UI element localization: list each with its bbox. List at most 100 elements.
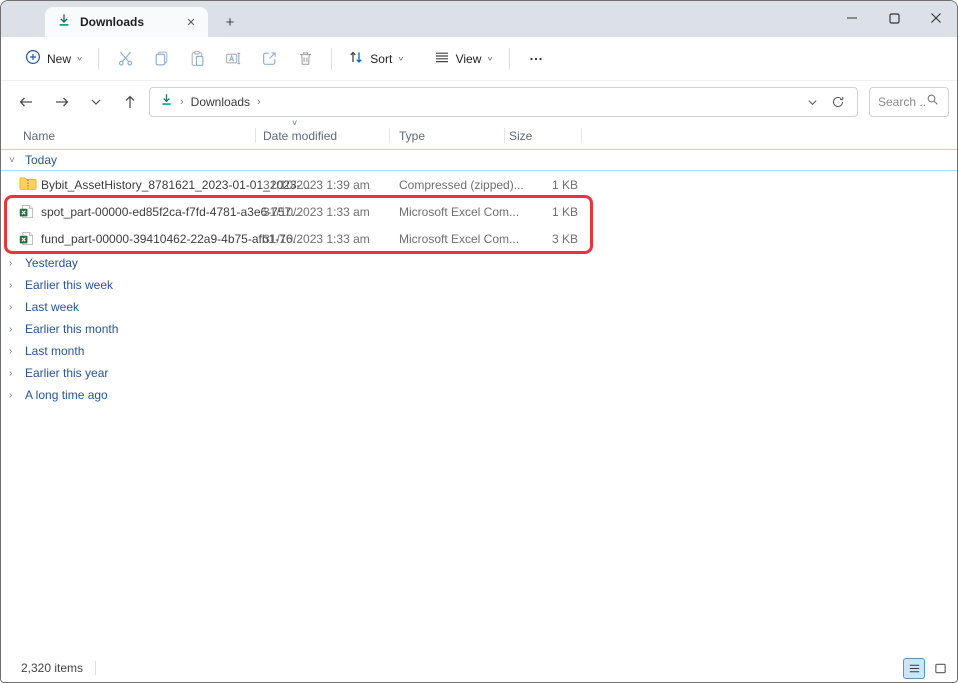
chevron-down-icon[interactable]: ˅ [9, 155, 23, 166]
chevron-right-icon[interactable]: › [9, 324, 23, 335]
tab-downloads[interactable]: Downloads ✕ [45, 7, 208, 37]
file-row-fund[interactable]: fund_part-00000-39410462-22a9-4b75-afb1-… [1, 225, 957, 252]
new-button[interactable]: New ˅ [17, 43, 90, 75]
excel-icon [19, 204, 34, 224]
cut-button[interactable] [107, 43, 143, 75]
chevron-down-icon: ˅ [398, 55, 403, 63]
address-bar-row: › Downloads › [1, 81, 957, 123]
zip-folder-icon [19, 176, 37, 196]
minimize-button[interactable] [831, 1, 873, 35]
group-label: Earlier this year [25, 366, 108, 380]
details-view-button[interactable] [903, 658, 925, 679]
toolbar-divider [509, 48, 510, 70]
group-header-earlier-this-year[interactable]: › Earlier this year [1, 362, 957, 384]
group-header-earlier-this-week[interactable]: › Earlier this week [1, 274, 957, 296]
tab-close-icon[interactable]: ✕ [182, 13, 200, 31]
search-box[interactable] [869, 87, 949, 117]
excel-icon [19, 231, 34, 251]
column-header-name[interactable]: Name [23, 129, 55, 143]
status-divider [95, 661, 96, 675]
column-divider[interactable] [581, 128, 582, 143]
breadcrumb-chevron-icon: › [257, 96, 261, 108]
toolbar-divider [98, 48, 99, 70]
breadcrumb-downloads[interactable]: Downloads [191, 95, 250, 109]
downloads-icon [160, 93, 173, 111]
paste-button[interactable] [179, 43, 215, 75]
address-dropdown-icon[interactable] [799, 90, 825, 114]
sort-button-label: Sort [370, 52, 392, 66]
column-header-row: ˅ Name Date modified Type Size [1, 123, 957, 149]
more-options-button[interactable] [518, 43, 554, 75]
downloads-icon [57, 13, 71, 32]
sort-button[interactable]: Sort ˅ [340, 43, 411, 75]
group-header-today[interactable]: ˅ Today [1, 149, 957, 171]
column-header-size[interactable]: Size [509, 129, 532, 143]
up-button[interactable] [115, 88, 145, 116]
file-explorer-window: Downloads ✕ + New ˅ Sort ˅ V [0, 0, 958, 683]
file-date: 31/10/2023 1:33 am [263, 205, 370, 219]
chevron-right-icon[interactable]: › [9, 346, 23, 357]
maximize-button[interactable] [873, 1, 915, 35]
sort-direction-chevron-icon: ˅ [292, 118, 297, 128]
view-toggles [903, 658, 951, 679]
recent-locations-button[interactable] [81, 88, 111, 116]
tab-title: Downloads [80, 15, 182, 29]
chevron-right-icon[interactable]: › [9, 280, 23, 291]
file-size: 1 KB [501, 205, 578, 219]
column-header-date-modified[interactable]: Date modified [263, 129, 337, 143]
delete-button[interactable] [287, 43, 323, 75]
breadcrumb-chevron-icon: › [180, 96, 184, 108]
file-row-zip[interactable]: Bybit_AssetHistory_8781621_2023-01-01_20… [1, 171, 957, 198]
large-icons-view-button[interactable] [929, 658, 951, 679]
file-size: 3 KB [501, 232, 578, 246]
file-date: 31/10/2023 1:39 am [263, 178, 370, 192]
column-header-type[interactable]: Type [399, 129, 425, 143]
file-date: 31/10/2023 1:33 am [263, 232, 370, 246]
view-button-label: View [456, 52, 482, 66]
address-bar[interactable]: › Downloads › [149, 87, 858, 117]
share-button[interactable] [251, 43, 287, 75]
group-label: Earlier this week [25, 278, 113, 292]
plus-circle-icon [25, 49, 41, 68]
group-label: Last week [25, 300, 79, 314]
group-header-earlier-this-month[interactable]: › Earlier this month [1, 318, 957, 340]
group-header-yesterday[interactable]: › Yesterday [1, 252, 957, 274]
back-button[interactable] [11, 88, 41, 116]
window-controls [831, 1, 957, 35]
status-bar: 2,320 items [1, 654, 957, 682]
group-label: A long time ago [25, 388, 108, 402]
column-divider[interactable] [504, 128, 505, 143]
group-label: Today [25, 153, 57, 167]
new-tab-button[interactable]: + [219, 11, 241, 33]
column-divider[interactable] [389, 128, 390, 143]
chevron-down-icon: ˅ [77, 55, 82, 63]
close-button[interactable] [915, 1, 957, 35]
chevron-right-icon[interactable]: › [9, 258, 23, 269]
group-label: Earlier this month [25, 322, 118, 336]
refresh-icon[interactable] [825, 90, 851, 114]
file-row-spot[interactable]: spot_part-00000-ed85f2ca-f7fd-4781-a3e6-… [1, 198, 957, 225]
group-header-last-month[interactable]: › Last month [1, 340, 957, 362]
copy-button[interactable] [143, 43, 179, 75]
items-count: 2,320 items [21, 661, 83, 675]
forward-button[interactable] [47, 88, 77, 116]
view-button[interactable]: View ˅ [426, 43, 501, 75]
file-list: ˅ Today Bybit_AssetHistory_8781621_2023-… [1, 149, 957, 406]
search-icon [926, 93, 939, 111]
group-label: Yesterday [25, 256, 78, 270]
chevron-right-icon[interactable]: › [9, 390, 23, 401]
new-button-label: New [47, 52, 71, 66]
group-header-last-week[interactable]: › Last week [1, 296, 957, 318]
toolbar-divider [331, 48, 332, 70]
sort-arrows-icon [348, 49, 364, 68]
chevron-right-icon[interactable]: › [9, 368, 23, 379]
rename-button[interactable] [215, 43, 251, 75]
command-toolbar: New ˅ Sort ˅ View ˅ [1, 37, 957, 81]
column-divider[interactable] [255, 128, 256, 143]
chevron-right-icon[interactable]: › [9, 302, 23, 313]
title-bar: Downloads ✕ + [1, 1, 957, 37]
view-lines-icon [434, 49, 450, 68]
group-header-a-long-time-ago[interactable]: › A long time ago [1, 384, 957, 406]
search-input[interactable] [878, 95, 926, 109]
file-size: 1 KB [501, 178, 578, 192]
